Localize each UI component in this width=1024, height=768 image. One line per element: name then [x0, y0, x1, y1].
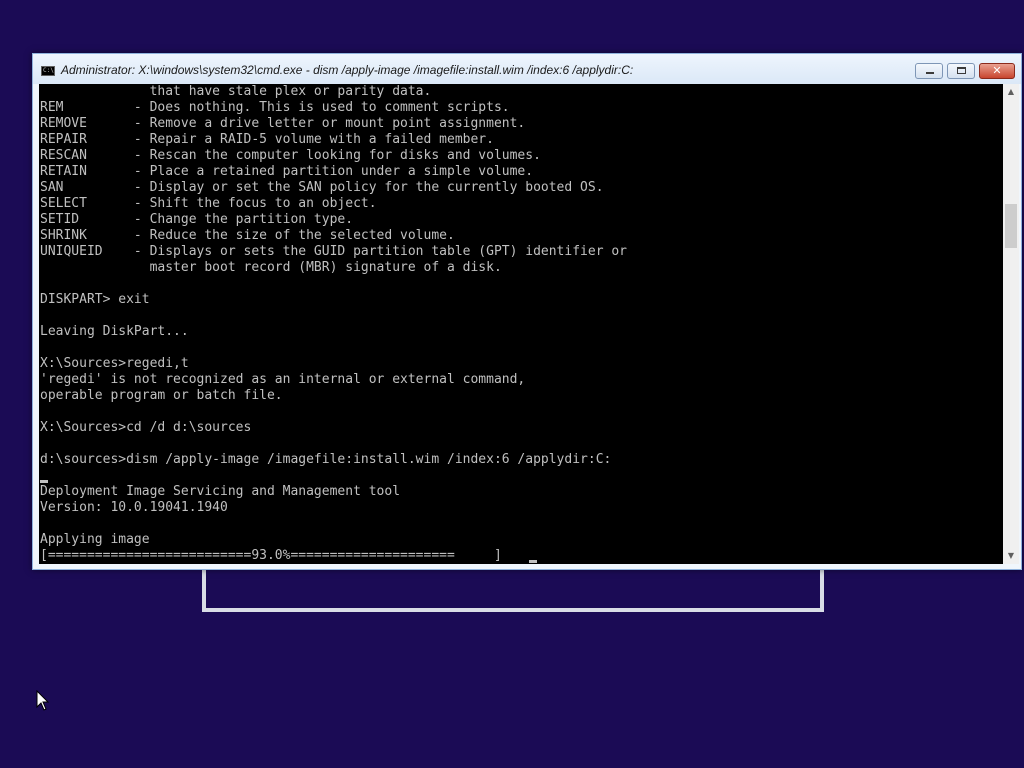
cmd-icon-label: C:\: [43, 67, 54, 74]
minimize-button[interactable]: [915, 63, 943, 79]
desktop-background: C:\ Administrator: X:\windows\system32\c…: [0, 0, 1024, 768]
console-line: that have stale plex or parity data.: [40, 84, 432, 99]
console-line: Version: 10.0.19041.1940: [40, 500, 228, 515]
console-lines: that have stale plex or parity data. REM …: [40, 84, 627, 564]
console-line: DISKPART> exit: [40, 292, 150, 307]
console-line: REMOVE - Remove a drive letter or mount …: [40, 116, 526, 131]
window-title: Administrator: X:\windows\system32\cmd.e…: [61, 63, 634, 77]
maximize-button[interactable]: [947, 63, 975, 79]
restore-icon: [957, 67, 966, 74]
console-line: master boot record (MBR) signature of a …: [40, 260, 502, 275]
console-window[interactable]: C:\ Administrator: X:\windows\system32\c…: [32, 53, 1022, 570]
console-line: [==========================93.0%========…: [40, 548, 502, 563]
title-bar[interactable]: C:\ Administrator: X:\windows\system32\c…: [33, 54, 1021, 84]
minimize-icon: [926, 72, 934, 74]
scroll-thumb[interactable]: [1005, 204, 1017, 248]
vertical-scrollbar[interactable]: ▲ ▼: [1003, 84, 1019, 564]
mouse-pointer-icon: [36, 690, 50, 711]
console-line: 'regedi' is not recognized as an interna…: [40, 372, 526, 387]
scroll-down-icon[interactable]: ▼: [1003, 548, 1019, 564]
console-line: SHRINK - Reduce the size of the selected…: [40, 228, 455, 243]
cmd-icon: C:\: [41, 66, 55, 76]
console-line: Deployment Image Servicing and Managemen…: [40, 484, 401, 499]
console-line: X:\Sources>regedi,t: [40, 356, 189, 371]
console-line: RESCAN - Rescan the computer looking for…: [40, 148, 541, 163]
console-line: d:\sources>dism /apply-image /imagefile:…: [40, 452, 612, 467]
console-line: REM - Does nothing. This is used to comm…: [40, 100, 510, 115]
console-output[interactable]: that have stale plex or parity data. REM …: [39, 84, 1003, 564]
console-line: operable program or batch file.: [40, 388, 283, 403]
scroll-up-icon[interactable]: ▲: [1003, 84, 1019, 100]
console-line: Applying image: [40, 532, 150, 547]
console-line: Leaving DiskPart...: [40, 324, 189, 339]
console-line: SAN - Display or set the SAN policy for …: [40, 180, 604, 195]
close-button[interactable]: ✕: [979, 63, 1015, 79]
text-cursor: [40, 480, 48, 483]
console-line: RETAIN - Place a retained partition unde…: [40, 164, 534, 179]
console-line: SELECT - Shift the focus to an object.: [40, 196, 377, 211]
console-line: UNIQUEID - Displays or sets the GUID par…: [40, 244, 627, 259]
console-line: REPAIR - Repair a RAID-5 volume with a f…: [40, 132, 494, 147]
console-line: X:\Sources>cd /d d:\sources: [40, 420, 252, 435]
close-icon: ✕: [992, 64, 1002, 77]
console-line: SETID - Change the partition type.: [40, 212, 354, 227]
blinking-cursor: [529, 560, 537, 563]
